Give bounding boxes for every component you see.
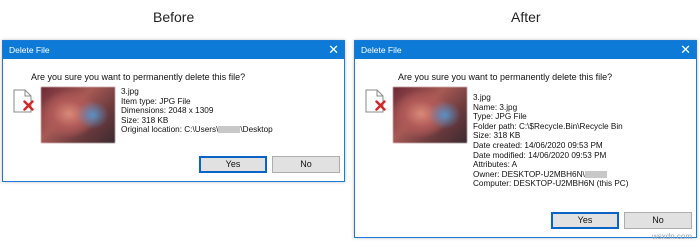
- watermark: wsxdn.com: [651, 232, 692, 241]
- yes-button[interactable]: Yes: [551, 212, 619, 229]
- owner-prefix: Owner: DESKTOP-U2MBH6N\: [473, 169, 585, 179]
- red-x-icon: [23, 100, 34, 111]
- close-icon[interactable]: ✕: [328, 42, 339, 57]
- before-caption: Before: [153, 9, 195, 25]
- redacted-username: [218, 126, 241, 134]
- dialog-titlebar: Delete File ✕: [355, 41, 696, 59]
- red-x-icon: [375, 100, 386, 111]
- location-prefix: Original location: C:\Users\: [121, 125, 219, 135]
- dialog-title: Delete File: [9, 45, 50, 55]
- yes-button[interactable]: Yes: [199, 156, 267, 173]
- file-detail-line: Size: 318 KB: [473, 131, 521, 141]
- dialog-title: Delete File: [361, 45, 402, 55]
- file-detail-line: Folder path: C:\$Recycle.Bin\Recycle Bin: [473, 121, 623, 131]
- file-detail-line: 3.jpg: [121, 87, 139, 96]
- image-thumbnail: [41, 87, 115, 143]
- computer-line: Computer: DESKTOP-U2MBH6N (this PC): [473, 179, 629, 189]
- delete-file-dialog-after: Delete File ✕ Are you sure you want to p…: [354, 40, 697, 238]
- owner-line: Owner: DESKTOP-U2MBH6N\: [473, 170, 628, 180]
- file-detail-line: Type: JPG File: [473, 112, 527, 122]
- file-detail-line: Attributes: A: [473, 160, 518, 170]
- file-detail-line: Dimensions: 2048 x 1309: [121, 106, 214, 116]
- no-button[interactable]: No: [624, 212, 692, 229]
- delete-question: Are you sure you want to permanently del…: [31, 72, 246, 82]
- file-details: 3.jpg Name: 3.jpg Type: JPG File Folder …: [473, 93, 628, 189]
- file-detail-line: 3.jpg: [473, 93, 491, 102]
- location-suffix: \Desktop: [240, 125, 273, 135]
- file-details: 3.jpg Item type: JPG File Dimensions: 20…: [121, 87, 273, 135]
- file-detail-line: Size: 318 KB: [121, 115, 169, 125]
- dialog-titlebar: Delete File ✕: [3, 41, 344, 59]
- no-button[interactable]: No: [272, 156, 340, 173]
- after-caption: After: [511, 9, 541, 25]
- delete-question: Are you sure you want to permanently del…: [398, 72, 613, 82]
- redacted-username: [584, 170, 607, 178]
- file-detail-line: Date modified: 14/06/2020 09:53 PM: [473, 150, 607, 160]
- close-icon[interactable]: ✕: [680, 42, 691, 57]
- file-detail-line: Date created: 14/06/2020 09:53 PM: [473, 140, 603, 150]
- delete-file-dialog-before: Delete File ✕ Are you sure you want to p…: [2, 40, 345, 182]
- original-location: Original location: C:\Users\ \Desktop: [121, 125, 273, 135]
- file-detail-line: Item type: JPG File: [121, 96, 191, 106]
- image-thumbnail: [393, 87, 467, 143]
- file-detail-line: Name: 3.jpg: [473, 102, 518, 112]
